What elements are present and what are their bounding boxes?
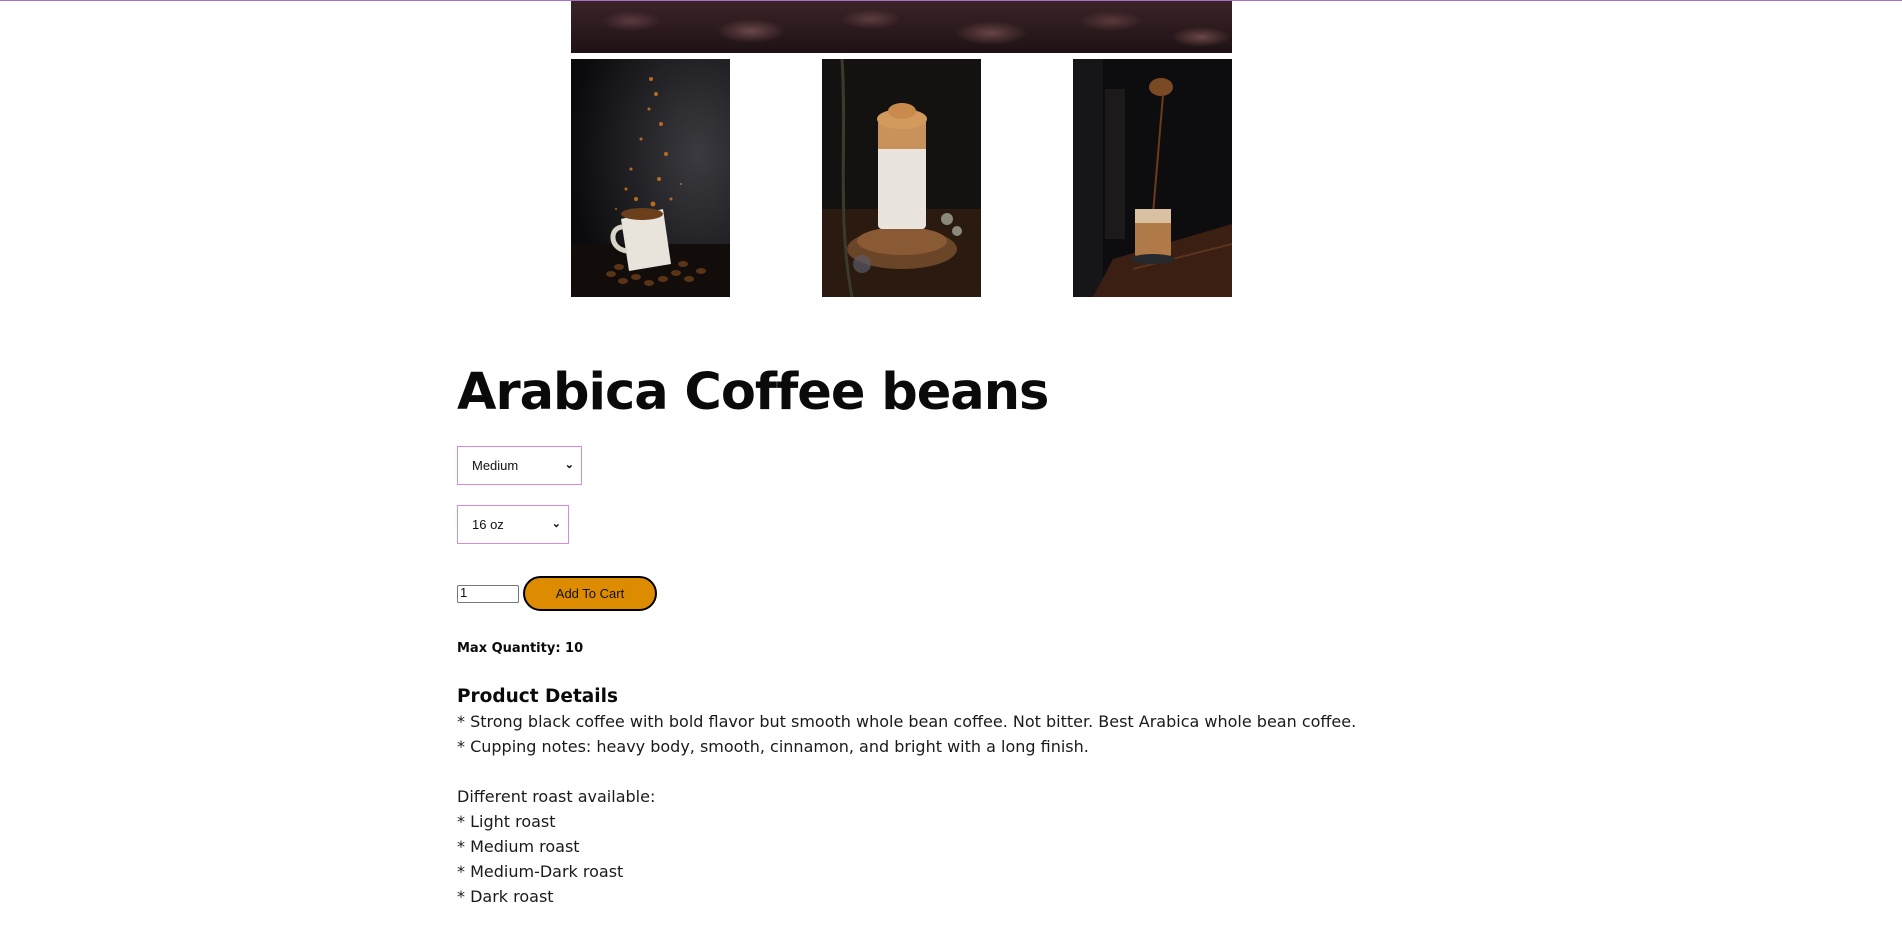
thumbnail-coffee-mug[interactable]: [571, 59, 730, 297]
thumbnail-pour-over[interactable]: [1073, 59, 1232, 297]
roast-select[interactable]: Medium ⌄: [457, 446, 582, 485]
roast-select-value: Medium: [472, 458, 519, 473]
roast-list-item: * Dark roast: [457, 887, 554, 906]
quantity-input[interactable]: 1: [457, 585, 519, 603]
add-to-cart-button[interactable]: Add To Cart: [523, 576, 657, 611]
size-select-value: 16 oz: [472, 517, 504, 532]
max-quantity-label: Max Quantity: 10: [457, 641, 584, 656]
size-select[interactable]: 16 oz ⌄: [457, 505, 569, 544]
roast-list-item: * Light roast: [457, 812, 556, 831]
hero-banner-image: [571, 1, 1232, 53]
product-details-heading: Product Details: [457, 686, 618, 707]
add-to-cart-row: 1 Add To Cart: [457, 575, 1457, 611]
chevron-down-icon: ⌄: [551, 518, 561, 530]
thumbnail-iced-latte[interactable]: [822, 59, 981, 297]
thumbnail-row: [571, 59, 1232, 299]
product-title: Arabica Coffee beans: [457, 363, 1049, 422]
product-gallery: [571, 1, 1232, 299]
roast-list-item: * Medium-Dark roast: [457, 862, 624, 881]
roast-list-item: * Medium roast: [457, 837, 580, 856]
chevron-down-icon: ⌄: [564, 459, 574, 471]
details-line: * Strong black coffee with bold flavor b…: [457, 712, 1357, 731]
roast-intro: Different roast available:: [457, 787, 656, 806]
details-line: * Cupping notes: heavy body, smooth, cin…: [457, 737, 1089, 756]
product-section: Arabica Coffee beans Medium ⌄ 16 oz ⌄ 1 …: [457, 360, 1457, 909]
